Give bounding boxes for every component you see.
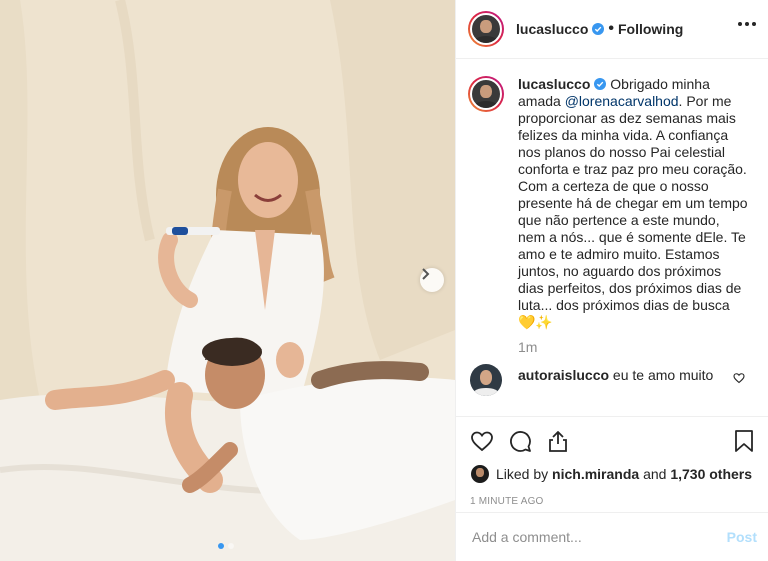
comments-section: lucaslucco Obrigado minha amada @lorenac…: [456, 60, 768, 415]
verified-badge-icon: [594, 78, 607, 90]
commenter-avatar[interactable]: [470, 364, 502, 396]
likes-conjunction: and: [643, 466, 667, 482]
chevron-right-icon: [422, 268, 430, 280]
carousel-dot-active: [218, 543, 224, 549]
comment-input[interactable]: [472, 529, 727, 545]
more-dot: [745, 22, 749, 26]
comment-text: eu te amo muito: [612, 367, 714, 383]
following-button[interactable]: Following: [618, 21, 683, 37]
liker-avatar[interactable]: [470, 464, 490, 484]
likes-summary: Liked by nich.miranda and 1,730 others: [470, 464, 755, 484]
mention-link[interactable]: @lorenacarvalhod: [565, 93, 679, 109]
comment-bubble-icon[interactable]: [508, 429, 532, 453]
carousel-dot: [228, 543, 234, 549]
post-header: lucaslucco • Following: [456, 0, 768, 59]
caption: lucaslucco Obrigado minha amada @lorenac…: [468, 76, 757, 356]
post-timestamp[interactable]: 1 MINUTE AGO: [470, 496, 755, 507]
separator-bullet: •: [608, 20, 614, 37]
more-options-button[interactable]: [738, 22, 756, 26]
carousel-indicator: [218, 543, 234, 549]
more-dot: [752, 22, 756, 26]
caption-text-continued: . Por me proporcionar as dez semanas mai…: [518, 93, 748, 330]
save-bookmark-icon[interactable]: [733, 429, 755, 453]
action-icons-row: [470, 427, 755, 455]
caption-timestamp[interactable]: 1m: [518, 339, 750, 356]
add-comment-bar: Post: [456, 512, 768, 561]
author-avatar[interactable]: [468, 11, 504, 47]
liker-username[interactable]: nich.miranda: [552, 466, 639, 482]
post-actions: Liked by nich.miranda and 1,730 others 1…: [456, 416, 768, 507]
verified-badge-icon: [592, 23, 605, 35]
likes-prefix: Liked by: [496, 466, 549, 482]
share-icon[interactable]: [546, 429, 570, 453]
next-photo-button[interactable]: [420, 268, 444, 292]
post-photo[interactable]: [0, 0, 455, 561]
like-heart-icon[interactable]: [470, 429, 494, 453]
post-comment-button[interactable]: Post: [727, 529, 757, 545]
more-dot: [738, 22, 742, 26]
caption-username[interactable]: lucaslucco: [518, 76, 590, 92]
caption-avatar[interactable]: [468, 76, 504, 112]
like-comment-heart-icon[interactable]: [733, 372, 745, 384]
photo-illustration: [0, 0, 455, 561]
comment-body: autoraislucco eu te amo muito: [518, 364, 713, 396]
likes-others-link[interactable]: 1,730 others: [670, 466, 752, 482]
author-username[interactable]: lucaslucco: [516, 21, 588, 37]
post-details-panel: lucaslucco • Following lucaslucco Obriga…: [455, 0, 768, 561]
caption-body: lucaslucco Obrigado minha amada @lorenac…: [518, 76, 750, 356]
commenter-username[interactable]: autoraislucco: [518, 367, 609, 383]
comment-item: autoraislucco eu te amo muito: [468, 364, 757, 396]
